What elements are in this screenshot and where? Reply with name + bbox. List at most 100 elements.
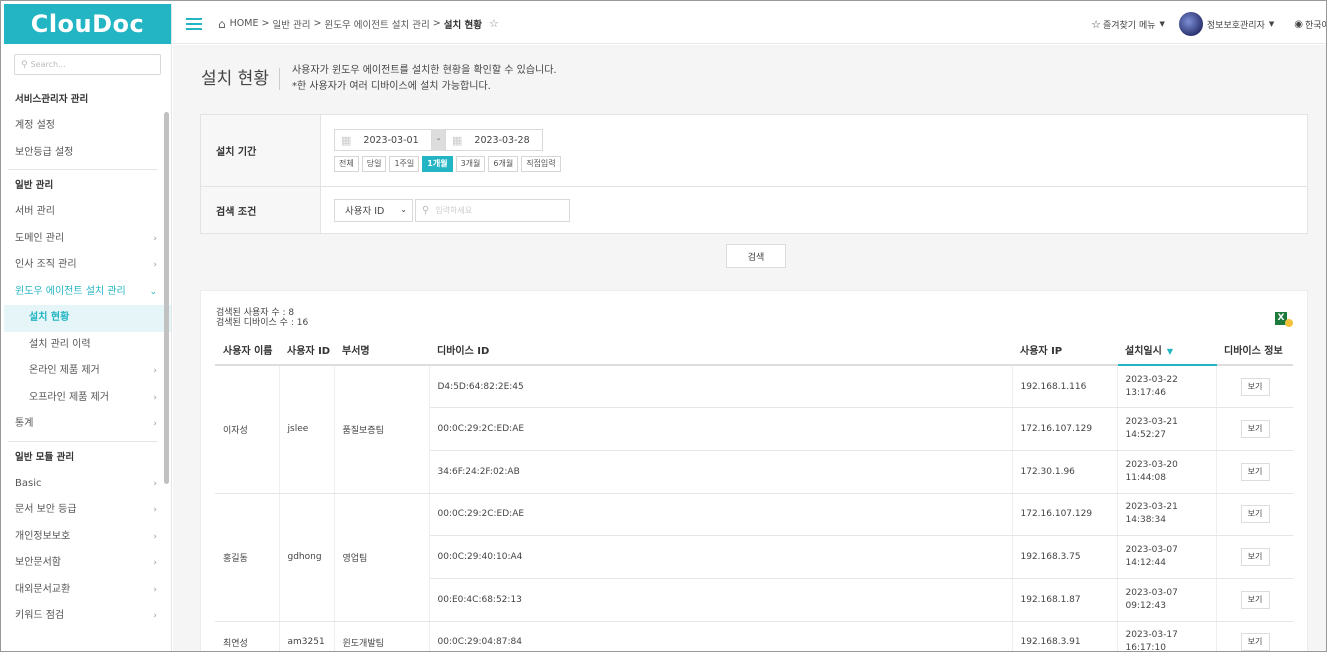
star-icon[interactable]: ☆ — [489, 17, 499, 30]
sidebar-item-install-history[interactable]: 설치 관리 이력 — [4, 332, 171, 359]
top-header: ⌂ HOME > 일반 관리 > 윈도우 에이전트 설치 관리 > 설치 현황 … — [172, 4, 1326, 44]
breadcrumb-general[interactable]: 일반 관리 — [272, 17, 310, 31]
result-panel: 검색된 사용자 수 : 8 검색된 디바이스 수 : 16 X 사용자 이름 사… — [200, 290, 1308, 651]
install-time: 11:44:08 — [1125, 472, 1166, 483]
date-to-value: 2023-03-28 — [474, 134, 530, 146]
period-button[interactable]: 1주일 — [389, 156, 420, 172]
search-button[interactable]: 검색 — [726, 244, 786, 268]
logo[interactable]: ClouDoc — [4, 4, 171, 44]
install-date: 2023-03-21 — [1125, 417, 1178, 428]
install-date: 2023-03-21 — [1125, 502, 1178, 513]
period-label: 설치 기간 — [201, 115, 321, 186]
sidebar-item-stats[interactable]: 통계 › — [4, 411, 171, 438]
sidebar-item-security-level[interactable]: 보안등급 설정 — [4, 140, 171, 167]
col-header-device[interactable]: 디바이스 ID — [429, 335, 1012, 366]
sidebar-scrollbar[interactable] — [164, 112, 169, 484]
keyword-input[interactable]: ⚲ 입력하세요 — [415, 198, 570, 222]
cell-ip: 192.168.3.75 — [1012, 535, 1118, 579]
menu-icon[interactable] — [186, 17, 202, 30]
date-to-input[interactable]: ▦ 2023-03-28 — [445, 129, 543, 151]
install-date: 2023-03-07 — [1125, 545, 1178, 556]
sidebar: ClouDoc ⚲ Search... 서비스관리자 관리 계정 설정 보안등급… — [4, 4, 172, 651]
cell-install-datetime: 2023-03-07 09:12:43 — [1117, 578, 1217, 622]
install-date: 2023-03-22 — [1125, 374, 1178, 385]
period-button[interactable]: 전체 — [334, 156, 359, 172]
sidebar-item-server[interactable]: 서버 관리 — [4, 199, 171, 226]
sidebar-item-keyword[interactable]: 키워드 점검 › — [4, 603, 171, 630]
view-device-button[interactable]: 보기 — [1240, 633, 1270, 651]
view-device-button[interactable]: 보기 — [1240, 590, 1270, 609]
sidebar-item-account-settings[interactable]: 계정 설정 — [4, 113, 171, 140]
cell-user-id: jslee — [279, 365, 335, 494]
col-header-date[interactable]: 설치일시 ▼ — [1117, 335, 1216, 366]
col-header-id[interactable]: 사용자 ID — [279, 335, 334, 366]
breadcrumb: ⌂ HOME > 일반 관리 > 윈도우 에이전트 설치 관리 > 설치 현황 … — [218, 17, 499, 31]
date-from-value: 2023-03-01 — [363, 134, 419, 146]
breadcrumb-home[interactable]: HOME — [230, 18, 259, 29]
device-count: 검색된 디바이스 수 : 16 — [216, 318, 309, 328]
cell-user-dept: 윈도개발팀 — [334, 621, 430, 651]
sidebar-item-offline-remove[interactable]: 오프라인 제품 제거 › — [4, 385, 171, 412]
period-button[interactable]: 1개월 — [422, 156, 453, 172]
view-device-button[interactable]: 보기 — [1240, 377, 1270, 396]
view-device-button[interactable]: 보기 — [1240, 505, 1270, 524]
sidebar-item-basic[interactable]: Basic › — [4, 471, 171, 498]
condition-content: 사용자 ID ⌄ ⚲ 입력하세요 — [321, 187, 570, 233]
sidebar-item-label: 보안등급 설정 — [15, 146, 74, 158]
sidebar-item-label: 통계 — [15, 418, 34, 429]
user-name: 정보보호관리자 — [1206, 20, 1265, 31]
cell-device-id: 34:6F:24:2F:02:AB — [429, 450, 1013, 494]
result-counts: 검색된 사용자 수 : 8 검색된 디바이스 수 : 16 — [216, 308, 308, 328]
page-desc-line1: 사용자가 윈도우 에이전트를 설치한 현황을 확인할 수 있습니다. — [291, 65, 557, 76]
cell-ip: 192.168.1.116 — [1012, 365, 1118, 409]
period-button[interactable]: 6개월 — [488, 156, 519, 172]
period-buttons: 전체 당일 1주일 1개월 3개월 6개월 직접입력 — [334, 156, 564, 172]
cell-ip: 192.168.3.91 — [1012, 621, 1118, 651]
sidebar-item-label: 보안문서함 — [15, 557, 61, 568]
period-button[interactable]: 직접입력 — [521, 156, 561, 172]
cell-device-info: 보기 — [1216, 535, 1293, 579]
user-menu[interactable]: 정보보호관리자 ▼ — [1178, 12, 1274, 36]
sidebar-item-external-exchange[interactable]: 대외문서교환 › — [4, 577, 171, 604]
period-button[interactable]: 당일 — [361, 156, 387, 172]
search-icon: ⚲ — [21, 59, 28, 70]
breadcrumb-windows-agent[interactable]: 윈도우 에이전트 설치 관리 — [325, 17, 430, 31]
view-device-button[interactable]: 보기 — [1240, 462, 1270, 481]
sidebar-item-secure-box[interactable]: 보안문서함 › — [4, 550, 171, 577]
cell-install-datetime: 2023-03-21 14:52:27 — [1117, 407, 1217, 451]
cell-ip: 172.30.1.96 — [1012, 450, 1118, 494]
period-button[interactable]: 3개월 — [455, 156, 486, 172]
condition-select[interactable]: 사용자 ID ⌄ — [334, 198, 413, 222]
avatar — [1178, 12, 1203, 36]
cell-user-name: 이자성 — [215, 365, 280, 494]
chevron-right-icon: › — [153, 611, 157, 621]
sidebar-item-label: 오프라인 제품 제거 — [29, 391, 109, 403]
sidebar-item-install-status[interactable]: 설치 현황 — [4, 305, 171, 332]
sidebar-search-input[interactable]: ⚲ Search... — [14, 54, 161, 75]
language-selector[interactable]: ◉ 한국어 — [1294, 18, 1326, 31]
view-device-button[interactable]: 보기 — [1240, 548, 1270, 567]
col-header-ip[interactable]: 사용자 IP — [1012, 335, 1117, 366]
sidebar-item-domain[interactable]: 도메인 관리 › — [4, 226, 171, 253]
sidebar-item-online-remove[interactable]: 온라인 제품 제거 › — [4, 358, 171, 385]
sidebar-item-doc-security[interactable]: 문서 보안 등급 › — [4, 497, 171, 524]
install-time: 13:17:46 — [1125, 387, 1166, 398]
sidebar-search-placeholder: Search... — [30, 60, 66, 69]
chevron-right-icon: › — [153, 505, 157, 515]
favorites-menu[interactable]: ☆ 즐겨찾기 메뉴 ▼ — [1091, 18, 1165, 31]
sidebar-item-privacy[interactable]: 개인정보보호 › — [4, 524, 171, 551]
language-label: 한국어 — [1305, 20, 1326, 31]
sidebar-item-windows-agent[interactable]: 윈도우 에이전트 설치 관리 ⌄ — [4, 279, 171, 306]
view-device-button[interactable]: 보기 — [1240, 420, 1270, 439]
home-icon[interactable]: ⌂ — [218, 17, 226, 31]
results-body: 이자성 jslee 품질보증팀 D4:5D:64:82:2E:45 192.168.1.… — [215, 365, 1293, 651]
chevron-right-icon: › — [153, 531, 157, 542]
page-title: 설치 현황 — [201, 68, 280, 90]
col-header-name[interactable]: 사용자 이름 — [215, 335, 279, 366]
excel-download-icon[interactable]: X — [1275, 310, 1293, 327]
sidebar-item-label: 키워드 점검 — [15, 610, 65, 621]
col-header-dept[interactable]: 부서명 — [334, 335, 429, 366]
date-from-input[interactable]: ▦ 2023-03-01 — [334, 129, 432, 151]
favorites-label: 즐겨찾기 메뉴 — [1102, 20, 1156, 31]
sidebar-item-org[interactable]: 인사 조직 관리 › — [4, 252, 171, 279]
